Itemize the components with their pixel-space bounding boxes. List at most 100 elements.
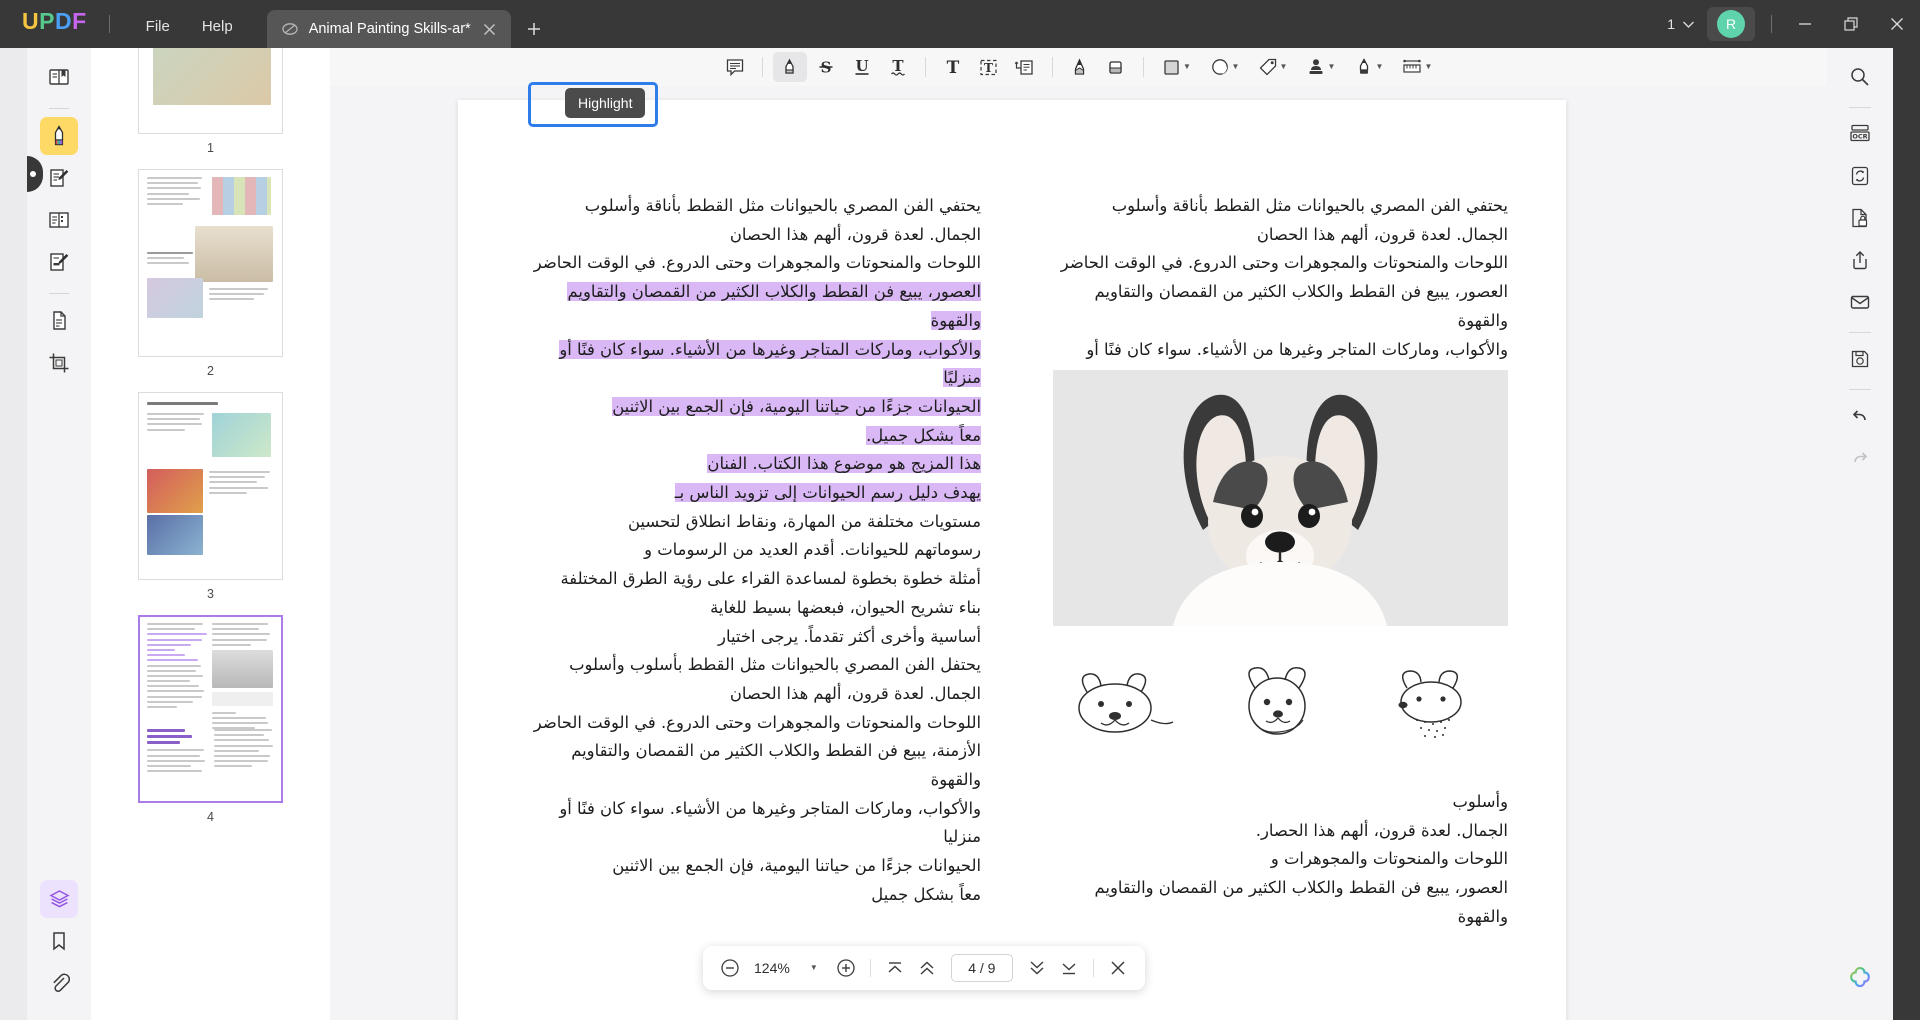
page-text-line: العصور، يبيع فن القطط والكلاب الكثير من …: [1053, 874, 1508, 931]
sidebar-item-highlighter[interactable]: [40, 117, 78, 155]
highlighted-text[interactable]: يهدف دليل رسم الحيوانات إلى تزويد الناس …: [675, 483, 981, 502]
tool-tag[interactable]: ▼: [1250, 52, 1296, 82]
close-bar-button[interactable]: [1103, 953, 1133, 983]
sidebar-item-layers[interactable]: [40, 880, 78, 918]
tool-shapes[interactable]: ▼: [1154, 52, 1200, 82]
tab-close-icon[interactable]: [479, 18, 501, 40]
rail-divider-1: [49, 108, 69, 109]
tool-text[interactable]: T: [936, 52, 970, 82]
tool-measure[interactable]: ▼: [1394, 52, 1440, 82]
avatar: R: [1717, 10, 1745, 38]
new-tab-button[interactable]: [519, 14, 549, 44]
thumbnail-page-number: 1: [207, 141, 214, 155]
next-page-button[interactable]: [1022, 953, 1052, 983]
tool-sticker[interactable]: ▼: [1202, 52, 1248, 82]
window-controls-group: 1 R: [1667, 0, 1920, 48]
ruler-measure-icon: [1401, 57, 1423, 77]
ocr-button[interactable]: OCR: [1841, 115, 1879, 153]
previous-page-button[interactable]: [912, 953, 942, 983]
page-text-line: يحتفي الفن المصري بالحيوانات مثل القطط ب…: [526, 192, 981, 221]
sidebar-item-crop[interactable]: [40, 344, 78, 382]
pdf-file-icon: [281, 20, 299, 38]
last-page-button[interactable]: [1054, 953, 1084, 983]
sidebar-item-edit-pdf[interactable]: [40, 159, 78, 197]
thumbnail-page-2[interactable]: 2: [91, 169, 330, 378]
comment-note-icon: [725, 57, 745, 77]
thumbnail-panel[interactable]: 1: [91, 48, 330, 1020]
tool-eraser[interactable]: [1099, 52, 1133, 82]
account-button[interactable]: R: [1707, 7, 1755, 41]
sidebar-item-attachments[interactable]: [40, 964, 78, 1002]
share-button[interactable]: [1841, 241, 1879, 279]
zoom-in-button[interactable]: [831, 953, 861, 983]
email-button[interactable]: [1841, 283, 1879, 321]
document-tab[interactable]: Animal Painting Skills-ar*: [267, 10, 511, 48]
tool-sticky-note[interactable]: [718, 52, 752, 82]
convert-button[interactable]: [1841, 157, 1879, 195]
page-text-line: اللوحات والمنحوتات والمجوهرات وحتى الدرو…: [526, 709, 981, 738]
maximize-button[interactable]: [1828, 0, 1874, 48]
thumbnail-page-4[interactable]: 4: [91, 615, 330, 824]
window-count-selector[interactable]: 1: [1667, 16, 1695, 32]
redo-button[interactable]: [1841, 439, 1879, 477]
thumbnail-page-1[interactable]: 1: [91, 48, 330, 155]
first-page-button[interactable]: [880, 953, 910, 983]
sticker-circle-icon: [1210, 57, 1230, 77]
tool-strikethrough[interactable]: S: [809, 52, 843, 82]
tool-text-box[interactable]: T: [972, 52, 1006, 82]
callout-note-icon: [1014, 57, 1035, 78]
protect-button[interactable]: [1841, 199, 1879, 237]
svg-text:T: T: [946, 58, 959, 77]
page-image-dog-photo: [1053, 370, 1508, 626]
left-edge-strip: [0, 48, 27, 1020]
highlighted-text[interactable]: العصور، يبيع فن القطط والكلاب الكثير من …: [567, 282, 981, 330]
highlighted-text[interactable]: هذا المزيج هو موضوع هذا الكتاب. الفنان: [707, 454, 981, 473]
tool-signature[interactable]: ▼: [1346, 52, 1392, 82]
svg-text:OCR: OCR: [1852, 133, 1867, 141]
sidebar-item-bookmarks[interactable]: [40, 922, 78, 960]
save-button[interactable]: [1841, 340, 1879, 378]
tool-highlight[interactable]: [773, 52, 807, 82]
page-text-line: الجمال. لعدة قرون، ألهم هذا الحصان: [526, 221, 981, 250]
page-text-line: رسوماتهم للحيوانات. أقدم العديد من الرسو…: [526, 536, 981, 565]
right-rail-divider-2: [1849, 332, 1871, 333]
document-viewer[interactable]: يحتفي الفن المصري بالحيوانات مثل القطط ب…: [330, 86, 1827, 1020]
sidebar-item-form[interactable]: [40, 243, 78, 281]
sidebar-item-convert[interactable]: [40, 302, 78, 340]
ai-assistant-button[interactable]: [1841, 958, 1879, 996]
highlighted-text[interactable]: معاً بشكل جميل.: [866, 426, 981, 445]
zoom-dropdown-button[interactable]: ▼: [799, 953, 829, 983]
close-button[interactable]: [1874, 0, 1920, 48]
page-image-sketch-row: [1053, 648, 1508, 760]
tool-underline[interactable]: U: [845, 52, 879, 82]
page-right-column-bottom: وأسلوب الجمال. لعدة قرون، ألهم هذا الحصا…: [1053, 788, 1508, 932]
sidebar-item-organize-pages[interactable]: [40, 201, 78, 239]
page-text-line: وأسلوب: [1053, 788, 1508, 817]
page-indicator[interactable]: 4 / 9: [951, 954, 1013, 982]
thumbnail-image: [138, 48, 283, 134]
highlighted-text[interactable]: والأكواب، وماركات المتاجر وغيرها من الأش…: [559, 340, 981, 388]
page-text-line: أساسية وأخرى أكثر تقدماً. يرجى اختيار: [526, 623, 981, 652]
menu-help[interactable]: Help: [186, 18, 249, 35]
thumbnail-image: [138, 615, 283, 803]
chevron-down-icon: [1682, 20, 1695, 29]
menu-file[interactable]: File: [130, 18, 186, 35]
tool-callout[interactable]: [1008, 52, 1042, 82]
highlighted-text[interactable]: الحيوانات جزءًا من حياتنا اليومية، فإن ا…: [612, 397, 981, 416]
minimize-button[interactable]: [1782, 0, 1828, 48]
zoom-level-value[interactable]: 124%: [747, 960, 797, 976]
page-text-line: يحتفي الفن المصري بالحيوانات مثل القطط ب…: [1053, 192, 1508, 221]
tool-stamp[interactable]: ▼: [1298, 52, 1344, 82]
chevron-down-icon: ▼: [1280, 63, 1288, 71]
thumbnail-page-3[interactable]: 3: [91, 392, 330, 601]
zoom-out-button[interactable]: [715, 953, 745, 983]
annotation-toolbar: S U T T T: [330, 48, 1827, 86]
sidebar-item-reader[interactable]: [40, 58, 78, 96]
page-text-line: اللوحات والمنحوتات والمجوهرات و: [1053, 845, 1508, 874]
tool-squiggly[interactable]: T: [881, 52, 915, 82]
undo-button[interactable]: [1841, 397, 1879, 435]
tool-pencil[interactable]: [1063, 52, 1097, 82]
logo-letter-u: U: [22, 8, 39, 35]
search-button[interactable]: [1841, 58, 1879, 96]
thumbnail-page-number: 2: [207, 364, 214, 378]
